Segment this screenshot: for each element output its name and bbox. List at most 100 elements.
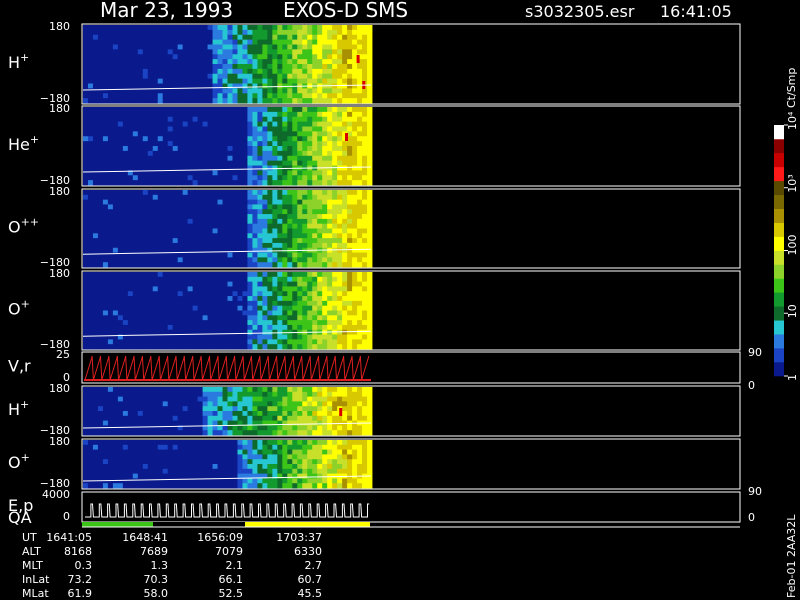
heatmap-cell <box>267 111 273 118</box>
heatmap-cell <box>132 136 139 142</box>
heatmap-cell <box>347 257 353 263</box>
heatmap-cell <box>342 165 348 171</box>
heatmap-cell <box>267 73 273 80</box>
heatmap-cell <box>277 300 283 307</box>
heatmap-cell <box>162 214 169 220</box>
heatmap-cell <box>357 444 363 450</box>
heatmap-cell <box>307 468 313 474</box>
heatmap-cell <box>102 272 109 278</box>
heatmap-cell <box>357 136 363 142</box>
heatmap-cell <box>227 483 233 489</box>
heatmap-cell <box>232 223 238 229</box>
ephem-value: 0.3 <box>75 559 93 572</box>
colorbar-swatch <box>774 152 784 168</box>
heatmap-cell <box>207 411 213 417</box>
heatmap-cell <box>187 131 194 137</box>
heatmap-cell <box>327 440 333 446</box>
heatmap-cell <box>152 44 159 50</box>
heatmap-cell <box>152 111 159 118</box>
heatmap-cell <box>232 401 238 407</box>
heatmap-cell <box>367 286 373 292</box>
heatmap-cell <box>137 49 144 55</box>
heatmap-cell <box>342 121 348 127</box>
heatmap-cell <box>352 310 358 316</box>
heatmap-cell <box>122 420 129 426</box>
heatmap-cell <box>182 88 189 94</box>
heatmap-cell <box>87 131 94 137</box>
heatmap-cell <box>157 54 164 60</box>
heatmap-cell <box>367 324 373 331</box>
heatmap-cell <box>342 214 348 220</box>
heatmap-cell <box>297 242 303 249</box>
heatmap-cell <box>252 29 258 36</box>
heatmap-cell <box>302 449 308 455</box>
heatmap-cell <box>307 175 313 181</box>
heatmap-cell <box>267 165 273 171</box>
heatmap-cell <box>112 444 119 450</box>
heatmap-cell <box>197 420 203 426</box>
heatmap-cell <box>327 296 333 302</box>
heatmap-cell <box>112 209 119 215</box>
heatmap-cell <box>357 34 363 41</box>
heatmap-cell <box>187 49 194 55</box>
heatmap-cell <box>237 34 243 41</box>
heatmap-cell <box>262 68 268 75</box>
heatmap-cell <box>127 98 134 104</box>
heatmap-cell <box>117 136 124 142</box>
heatmap-cell <box>102 296 109 302</box>
heatmap-cell <box>292 209 298 215</box>
heatmap-cell <box>232 291 238 297</box>
heatmap-cell <box>267 406 273 412</box>
heatmap-cell <box>127 29 134 36</box>
heatmap-cell <box>237 396 243 402</box>
heatmap-cell <box>272 310 278 316</box>
heatmap-cell <box>247 454 253 460</box>
heatmap-cell <box>272 320 278 326</box>
heatmap-cell <box>157 396 164 402</box>
heatmap-cell <box>342 107 348 113</box>
heatmap-cell <box>332 276 338 283</box>
heatmap-cell <box>97 247 104 253</box>
heatmap-cell <box>317 160 323 166</box>
heatmap-cell <box>167 29 174 36</box>
heatmap-cell <box>83 121 89 127</box>
heatmap-cell <box>352 329 358 335</box>
heatmap-cell <box>302 291 308 297</box>
heatmap-cell <box>257 425 263 431</box>
heatmap-cell <box>277 59 283 65</box>
heatmap-cell <box>357 83 363 89</box>
heatmap-cell <box>152 228 159 234</box>
heatmap-cell <box>107 300 114 307</box>
heatmap-cell <box>317 150 323 157</box>
heatmap-cell <box>147 121 154 127</box>
heatmap-cell <box>227 324 233 331</box>
heatmap-cell <box>357 483 363 489</box>
heatmap-cell <box>112 242 119 249</box>
heatmap-cell <box>292 190 298 196</box>
heatmap-cell <box>207 180 213 186</box>
heatmap-cell <box>342 238 348 244</box>
heatmap-cell <box>307 406 313 412</box>
heatmap-cell <box>112 131 119 137</box>
heatmap-cell <box>297 276 303 283</box>
heatmap-cell <box>277 344 283 350</box>
heatmap-cell <box>212 296 218 302</box>
heatmap-cell <box>142 218 149 225</box>
heatmap-cell <box>167 126 174 132</box>
heatmap-cell <box>137 64 144 70</box>
heatmap-cell <box>352 223 358 229</box>
heatmap-cell <box>237 88 243 94</box>
heatmap-cell <box>177 155 184 162</box>
heatmap-cell <box>367 440 373 446</box>
heatmap-cell <box>322 459 328 465</box>
heatmap-cell <box>252 165 258 171</box>
y-max-label: 180 <box>49 382 70 395</box>
heatmap-cell <box>87 98 94 104</box>
heatmap-cell <box>317 190 323 196</box>
heatmap-cell <box>207 111 213 118</box>
heatmap-cell <box>97 136 104 142</box>
heatmap-cell <box>357 315 363 321</box>
heatmap-cell <box>362 150 368 157</box>
heatmap-cell <box>247 136 253 142</box>
heatmap-cell <box>122 315 129 321</box>
